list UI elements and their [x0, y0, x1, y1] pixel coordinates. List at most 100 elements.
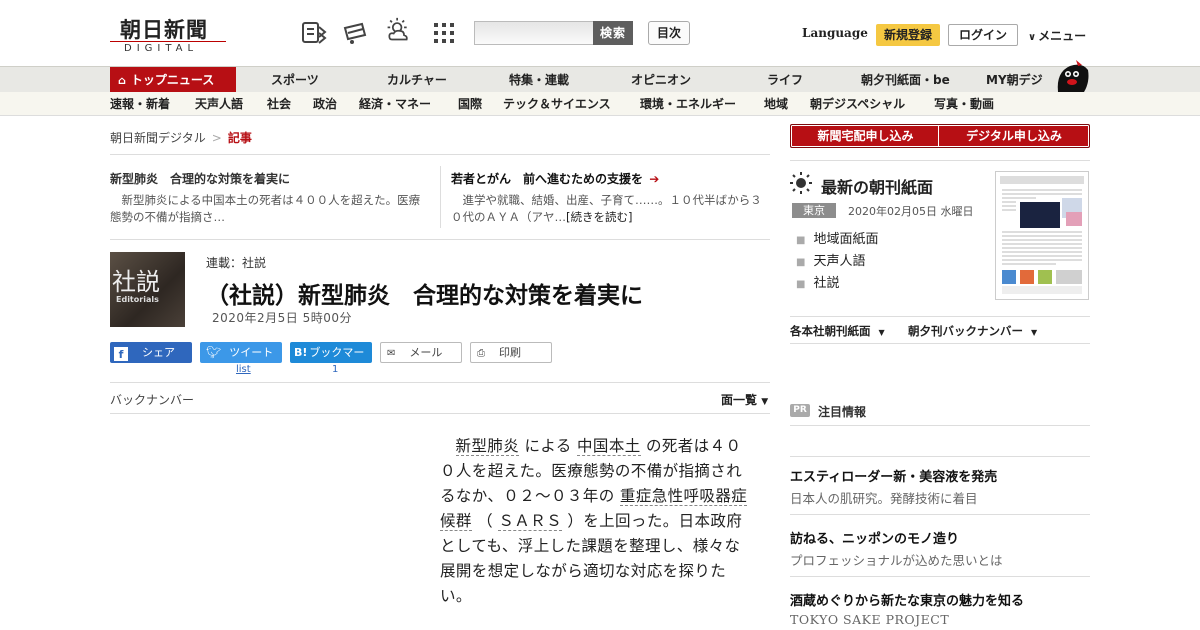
ticket-icon[interactable] — [342, 20, 368, 46]
logo-sub: DIGITAL — [124, 43, 199, 54]
nav2-item-breaking[interactable]: 速報・新着 — [110, 92, 170, 116]
nav-item-opinion[interactable]: オピニオン — [631, 67, 691, 93]
digital-subscribe-button[interactable]: デジタル申し込み — [941, 125, 1087, 147]
facebook-share-button[interactable]: f シェア — [110, 342, 192, 363]
breadcrumb-home[interactable]: 朝日新聞デジタル — [110, 131, 206, 145]
nav2-item-special[interactable]: 朝デジスペシャル — [810, 92, 905, 116]
newspaper-front-page-image[interactable] — [995, 171, 1089, 300]
nav-item-sports[interactable]: スポーツ — [271, 67, 319, 93]
pr-badge: PR — [790, 404, 810, 417]
twitter-share-button[interactable]: 🐦︎ ツイート — [200, 342, 282, 363]
language-link[interactable]: Language — [802, 26, 868, 40]
keyword-link[interactable]: 中国本土 — [577, 437, 641, 456]
divider — [790, 343, 1090, 344]
nav2-item-economy[interactable]: 経済・マネー — [359, 92, 431, 116]
nav2-item-politics[interactable]: 政治 — [313, 92, 337, 116]
dropdown-label: 各本社朝刊紙面 — [790, 324, 871, 338]
ad-sub-2[interactable]: プロフェッショナルが込めた思いとは — [790, 550, 1003, 569]
weather-icon[interactable] — [385, 17, 411, 43]
ad-sub-1[interactable]: 日本人の肌研究。発酵技術に着目 — [790, 488, 978, 507]
bullet-icon: ■ — [796, 235, 806, 246]
ad-sub-3[interactable]: TOKYO SAKE PROJECT — [790, 612, 949, 627]
toc-button[interactable]: 目次 — [648, 21, 690, 45]
divider — [790, 425, 1090, 426]
regional-paper-dropdown[interactable]: 各本社朝刊紙面 ▼ — [790, 323, 885, 339]
caret-down-icon: ▼ — [761, 397, 769, 407]
related-title-1[interactable]: 新型肺炎 合理的な対策を着実に — [110, 170, 290, 187]
nav-item-culture[interactable]: カルチャー — [387, 67, 447, 93]
nav-item-paper[interactable]: 朝夕刊紙面・be — [861, 67, 950, 93]
primary-nav: ⌂ トップニュース スポーツ カルチャー 特集・連載 オピニオン ライフ 朝夕刊紙… — [0, 66, 1200, 93]
paper-subscribe-button[interactable]: 新聞宅配申し込み — [793, 125, 939, 147]
editorial-thumbnail: 社説 Editorials — [110, 252, 185, 327]
nav2-item-society[interactable]: 社会 — [267, 92, 291, 116]
paper-link-label: 天声人語 — [813, 254, 866, 269]
nav2-item-photo[interactable]: 写真・動画 — [934, 92, 994, 116]
nav-label: トップニュース — [130, 73, 215, 87]
paper-section-title: 最新の朝刊紙面 — [821, 178, 934, 197]
read-more-link[interactable]: [続きを読む] — [566, 210, 632, 224]
body-text: （ — [477, 512, 494, 530]
keyword-link[interactable]: 新型肺炎 — [455, 437, 520, 456]
divider — [110, 239, 770, 240]
ad-title-2[interactable]: 訪ねる、ニッポンのモノ造り — [790, 528, 959, 547]
paper-date: 2020年02月05日 水曜日 — [848, 205, 974, 218]
mail-button[interactable]: ✉ メール — [380, 342, 462, 363]
mail-label: メール — [409, 346, 443, 359]
article-body: 新型肺炎 による 中国本土 の死者は４００人を超えた。医療態勢の不備が指摘される… — [440, 434, 752, 609]
facebook-icon: f — [114, 347, 128, 361]
thumbnail-kanji: 社説 — [112, 268, 160, 296]
divider — [790, 576, 1090, 577]
login-button[interactable]: ログイン — [948, 24, 1018, 46]
share-label: シェア — [142, 346, 175, 359]
caret-down-icon: ▼ — [1031, 328, 1038, 337]
series-label[interactable]: 連載：社説 — [206, 254, 266, 271]
page-list-dropdown[interactable]: 面一覧 ▼ — [721, 391, 768, 408]
paper-link-editorial[interactable]: ■ 社説 — [796, 272, 839, 291]
article-headline: （社説）新型肺炎 合理的な対策を着実に — [206, 283, 643, 309]
hatena-bookmark-button[interactable]: B! ブックマーク — [290, 342, 372, 380]
backnumber-paper-dropdown[interactable]: 朝夕刊バックナンバー ▼ — [908, 323, 1037, 339]
sun-icon — [790, 172, 812, 194]
paper-link-tensei[interactable]: ■ 天声人語 — [796, 250, 865, 269]
hatena-count[interactable]: 1 — [332, 364, 338, 375]
nav2-item-tensei[interactable]: 天声人語 — [195, 92, 243, 116]
search-button[interactable]: 検索 — [593, 21, 633, 45]
nav2-item-tech[interactable]: テック＆サイエンス — [503, 92, 611, 116]
print-icon: ⎙ — [477, 348, 485, 359]
search-input[interactable] — [474, 21, 594, 45]
divider — [790, 456, 1090, 457]
print-label: 印刷 — [499, 346, 521, 359]
paper-link-regional[interactable]: ■ 地域面紙面 — [796, 228, 878, 247]
site-logo[interactable]: 朝日新聞 DIGITAL — [110, 14, 230, 54]
nav2-item-region[interactable]: 地域 — [764, 92, 788, 116]
mascot-icon[interactable] — [1054, 56, 1092, 94]
register-button[interactable]: 新規登録 — [876, 24, 940, 46]
hatena-icon: B! — [294, 346, 308, 359]
newspaper-thumbnail — [1000, 176, 1084, 294]
nav2-item-international[interactable]: 国際 — [458, 92, 482, 116]
ad-title-3[interactable]: 酒蔵めぐりから新たな東京の魅力を知る — [790, 590, 1024, 609]
keyword-link[interactable]: ＳＡＲＳ — [498, 512, 562, 531]
print-button[interactable]: ⎙ 印刷 — [470, 342, 552, 363]
nav-item-life[interactable]: ライフ — [767, 67, 803, 93]
nav2-item-environment[interactable]: 環境・エネルギー — [640, 92, 736, 116]
ad-title-1[interactable]: エスティローダー新・美容液を発売 — [790, 466, 997, 485]
grid-menu-icon[interactable] — [431, 20, 457, 46]
tweet-label: ツイート — [229, 346, 274, 359]
nav-item-top-news[interactable]: ⌂ トップニュース — [110, 67, 236, 93]
related-desc-2: 進学や就職、結婚、出産、子育て……。１０代半ばから３０代のＡＹＡ（アヤ…[続きを… — [451, 192, 771, 226]
article-date: 2020年2月5日 5時00分 — [212, 311, 353, 325]
dropdown-label: 朝夕刊バックナンバー — [908, 324, 1023, 338]
backnumber-link[interactable]: バックナンバー — [110, 391, 194, 408]
logo-rule — [110, 41, 226, 42]
body-text: による — [524, 437, 572, 455]
nav-item-features[interactable]: 特集・連載 — [509, 67, 569, 93]
nav-item-my-asadigi[interactable]: MY朝デジ — [986, 67, 1043, 93]
related-title-2-text: 若者とがん 前へ進むための支援を — [451, 172, 644, 186]
twitter-count[interactable]: list — [236, 364, 251, 375]
divider — [790, 514, 1090, 515]
newspaper-icon[interactable] — [301, 20, 327, 46]
menu-button[interactable]: ∨ メニュー — [1028, 27, 1086, 44]
related-title-2[interactable]: 若者とがん 前へ進むための支援を ➔ — [451, 170, 659, 187]
